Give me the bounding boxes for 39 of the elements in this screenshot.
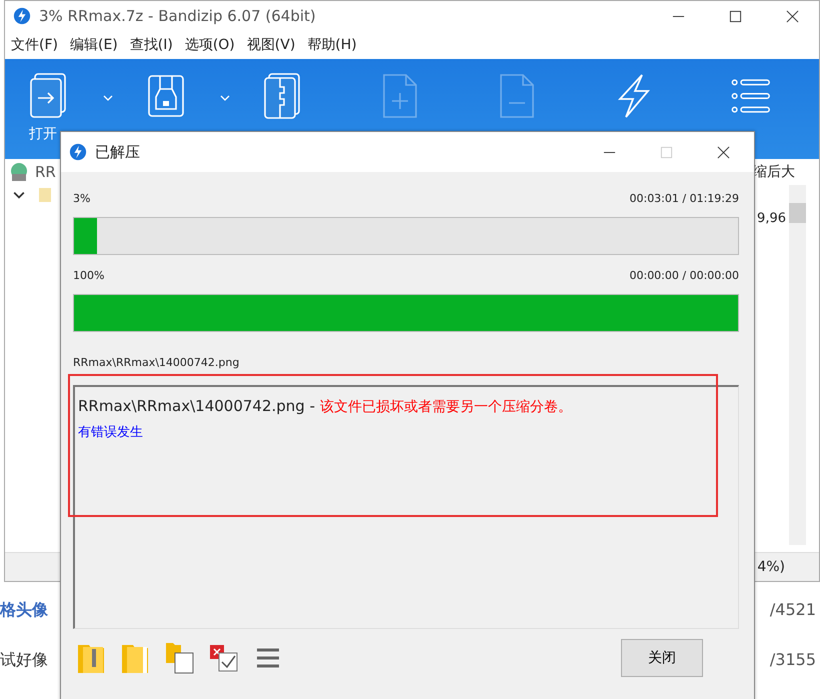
error-summary: 有错误发生 xyxy=(78,424,144,442)
error-message: RRmax\RRmax\14000742.png - 该文件已损坏或者需要另一个压缩分卷。 xyxy=(78,396,573,417)
copy-icon[interactable] xyxy=(165,641,195,675)
archive-name[interactable]: RR xyxy=(35,163,56,181)
elapsed-time: 00:03:01 / 01:19:29 xyxy=(629,192,739,205)
menu-item[interactable]: 视图(V) xyxy=(246,36,296,54)
close-button[interactable]: 关闭 xyxy=(621,639,703,677)
window-title: 3% RRmax.7z - Bandizip 6.07 (64bit) xyxy=(39,7,317,25)
size-value: 9,96 xyxy=(757,211,786,226)
reply-count: /3155 xyxy=(770,650,816,670)
caret-icon[interactable] xyxy=(103,95,113,101)
toolbar-label[interactable]: 打开 xyxy=(29,125,57,143)
article-title[interactable]: 试好像 xyxy=(0,650,48,699)
chevron-icon[interactable] xyxy=(13,191,25,199)
maximize-icon xyxy=(660,146,673,158)
archive-file-icon xyxy=(9,162,29,182)
app-icon xyxy=(13,7,31,25)
reply-count: /4521 xyxy=(770,600,816,621)
close-icon[interactable] xyxy=(717,146,730,158)
scrollbar[interactable] xyxy=(789,185,806,545)
menu-item[interactable]: 查找(I) xyxy=(130,36,173,54)
menu-item[interactable]: 编辑(E) xyxy=(70,36,118,54)
folder-icon xyxy=(39,188,51,202)
app-icon xyxy=(69,143,87,161)
progress-percent: 100% xyxy=(73,269,104,282)
caret-icon[interactable] xyxy=(220,95,230,101)
open-icon[interactable] xyxy=(29,73,69,119)
menu-item[interactable]: 帮助(H) xyxy=(307,36,357,54)
menu-item[interactable]: 文件(F) xyxy=(11,36,58,54)
status-text: 4%) xyxy=(757,559,785,575)
dialog-title: 已解压 xyxy=(95,142,141,162)
progress-percent: 3% xyxy=(73,192,90,205)
current-file: RRmax\RRmax\14000742.png xyxy=(73,356,240,369)
close-icon[interactable] xyxy=(786,10,799,22)
archive-icon[interactable] xyxy=(263,73,303,119)
menu-item[interactable]: 选项(O) xyxy=(184,36,235,54)
elapsed-time: 00:00:00 / 00:00:00 xyxy=(629,269,739,282)
maximize-icon[interactable] xyxy=(729,10,742,22)
zip-icon[interactable] xyxy=(146,73,186,119)
